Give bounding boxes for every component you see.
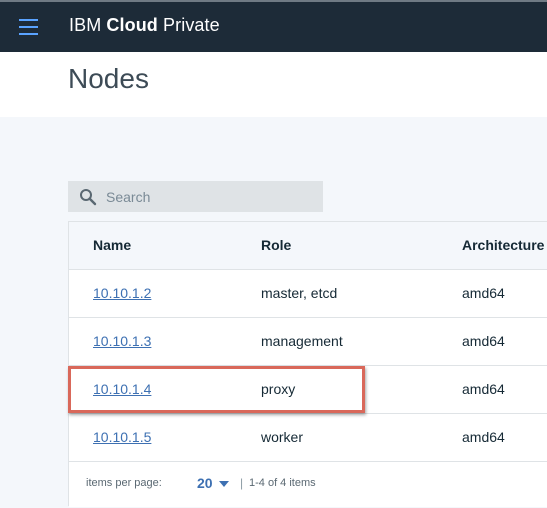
- node-name-link[interactable]: 10.10.1.4: [93, 366, 151, 413]
- node-name-link[interactable]: 10.10.1.3: [93, 318, 151, 365]
- node-architecture: amd64: [462, 429, 505, 445]
- page-header: Nodes: [0, 52, 547, 117]
- brand-bold: Cloud: [106, 15, 158, 35]
- table-row[interactable]: 10.10.1.4 proxy amd64: [69, 366, 547, 414]
- brand-suffix: Private: [163, 15, 220, 35]
- items-per-page-select[interactable]: 20: [197, 473, 229, 493]
- node-architecture: amd64: [462, 381, 505, 397]
- search-icon: [80, 189, 97, 206]
- column-header-architecture[interactable]: Architecture: [462, 222, 544, 269]
- node-architecture: amd64: [462, 333, 505, 349]
- table-row[interactable]: 10.10.1.3 management amd64: [69, 318, 547, 366]
- pagination-separator: |: [240, 476, 244, 490]
- top-navigation-bar: IBM Cloud Private: [0, 0, 547, 52]
- node-role: management: [261, 333, 343, 349]
- search-input[interactable]: [106, 181, 316, 212]
- search-box[interactable]: [68, 181, 323, 212]
- table-row[interactable]: 10.10.1.5 worker amd64: [69, 414, 547, 462]
- hamburger-menu-icon[interactable]: [14, 14, 42, 40]
- table-row[interactable]: 10.10.1.2 master, etcd amd64: [69, 270, 547, 318]
- node-role: worker: [261, 429, 304, 445]
- node-name-link[interactable]: 10.10.1.2: [93, 270, 151, 317]
- column-header-name[interactable]: Name: [93, 222, 131, 269]
- node-name-link[interactable]: 10.10.1.5: [93, 414, 151, 461]
- column-header-role[interactable]: Role: [261, 222, 291, 269]
- node-architecture: amd64: [462, 285, 505, 301]
- items-per-page-value: 20: [197, 475, 213, 491]
- pagination-range: 1-4 of 4 items: [249, 477, 316, 489]
- items-per-page-label: items per page:: [86, 477, 162, 489]
- brand-title: IBM Cloud Private: [69, 15, 220, 36]
- page-title: Nodes: [68, 63, 149, 94]
- nodes-table: Name Role Architecture 10.10.1.2 master,…: [68, 221, 547, 507]
- brand-prefix: IBM: [69, 15, 102, 35]
- table-header-row: Name Role Architecture: [69, 222, 547, 270]
- node-role: master, etcd: [261, 285, 338, 301]
- chevron-down-icon: [218, 481, 229, 487]
- pagination-bar: items per page: 20 | 1-4 of 4 items: [69, 462, 547, 507]
- node-role: proxy: [261, 381, 296, 397]
